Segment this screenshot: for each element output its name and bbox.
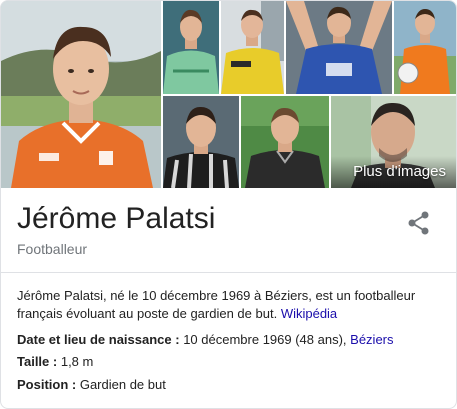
fact-birth-value: 10 décembre 1969 (48 ans), — [183, 332, 347, 347]
share-button[interactable] — [403, 207, 435, 239]
image-dark-jersey[interactable] — [241, 96, 329, 188]
more-images-label[interactable]: Plus d'images — [353, 163, 446, 180]
image-striped-jersey[interactable] — [163, 96, 239, 188]
fact-birth: Date et lieu de naissance : 10 décembre … — [17, 331, 394, 349]
fact-height-value: 1,8 m — [60, 354, 94, 369]
fact-birth-place-link[interactable]: Béziers — [350, 332, 393, 347]
fact-height-label: Taille : — [17, 354, 58, 369]
fact-position-value: Gardien de but — [79, 377, 166, 392]
image-green-jersey[interactable] — [163, 1, 219, 94]
section-divider — [1, 272, 456, 273]
image-main-portrait[interactable] — [1, 1, 161, 188]
knowledge-panel: Plus d'images Jérôme Palatsi Footballeur… — [0, 0, 457, 409]
fact-position: Position : Gardien de but — [17, 376, 166, 394]
image-yellow-jersey[interactable] — [221, 1, 284, 94]
description-text: Jérôme Palatsi, né le 10 décembre 1969 à… — [17, 288, 416, 321]
wikipedia-link[interactable]: Wikipédia — [281, 306, 337, 321]
fact-birth-label: Date et lieu de naissance : — [17, 332, 180, 347]
entity-description: Jérôme Palatsi, né le 10 décembre 1969 à… — [17, 287, 437, 323]
fact-height: Taille : 1,8 m — [17, 353, 93, 371]
image-blue-jersey[interactable] — [286, 1, 392, 94]
share-icon — [408, 211, 429, 235]
image-grid: Plus d'images — [1, 1, 456, 188]
entity-title: Jérôme Palatsi — [17, 202, 216, 235]
image-orange-jersey-ball[interactable] — [394, 1, 456, 94]
image-more-images[interactable]: Plus d'images — [331, 96, 456, 188]
entity-subtitle: Footballeur — [17, 241, 88, 257]
fact-position-label: Position : — [17, 377, 77, 392]
